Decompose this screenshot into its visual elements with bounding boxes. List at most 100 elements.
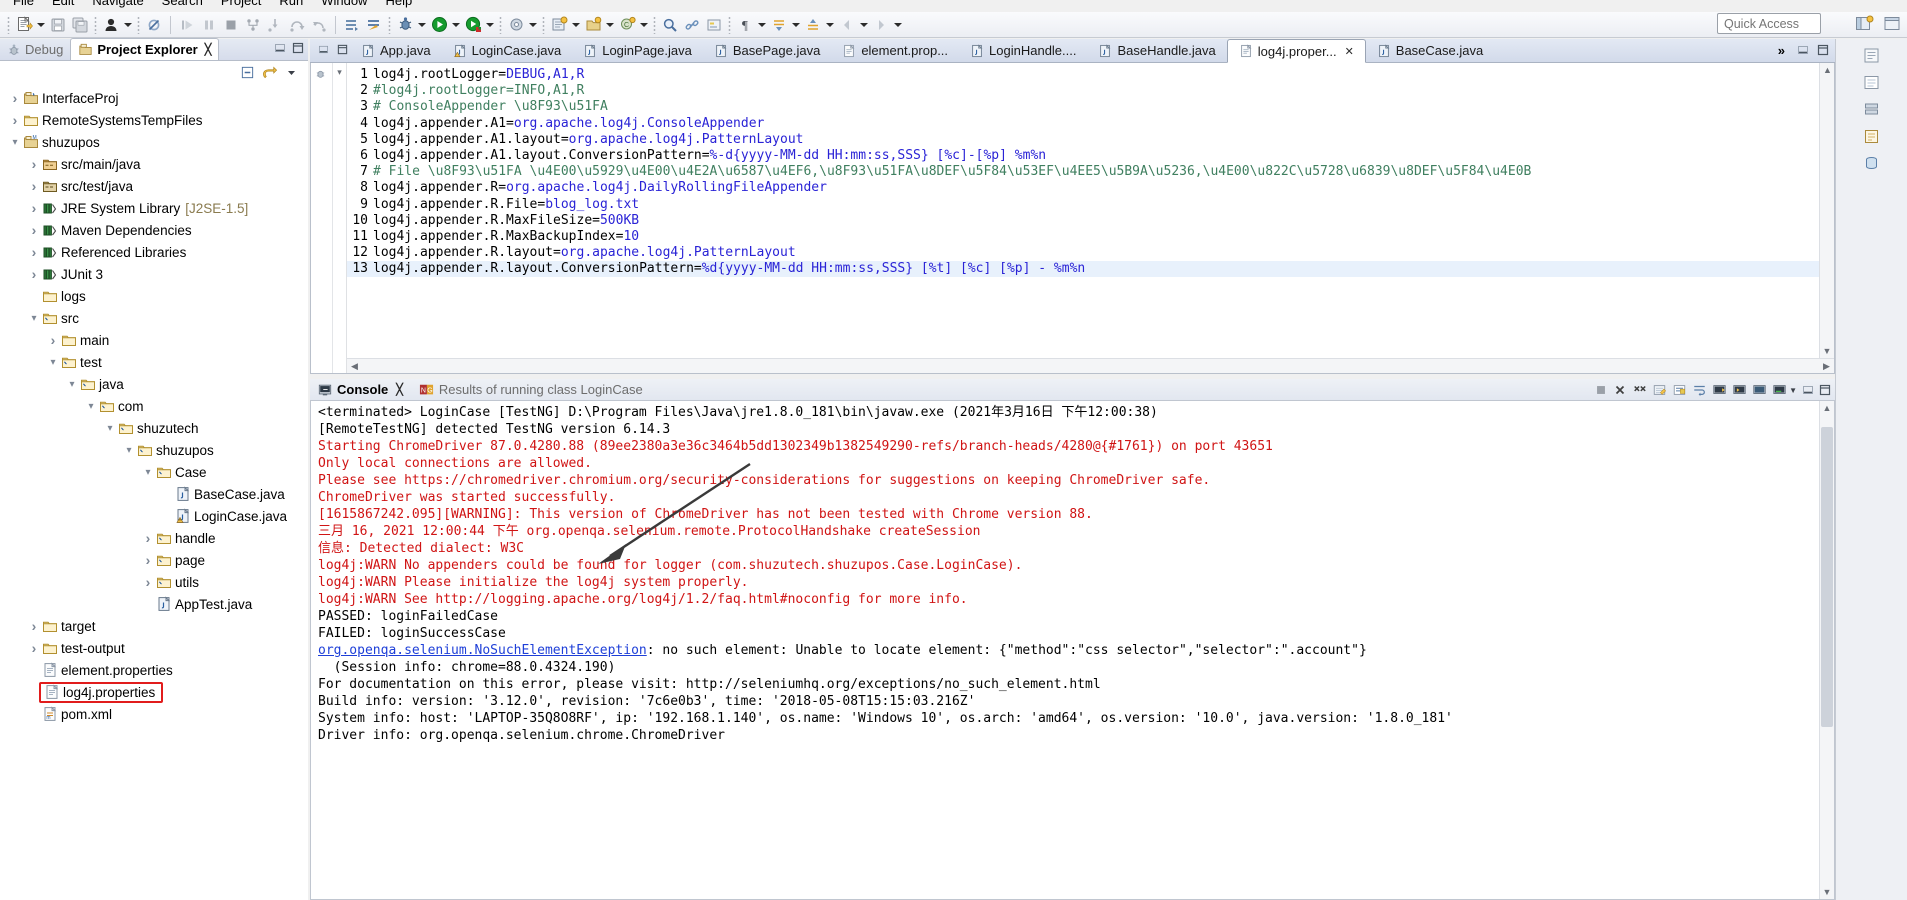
back-icon[interactable] [836,14,858,36]
chevron-down-icon[interactable] [122,444,136,456]
chevron-right-icon[interactable] [27,244,41,260]
toolbar-drag-handle[interactable] [7,15,10,34]
outline-view-icon[interactable] [1863,47,1880,64]
tree-item[interactable]: m pom.xml [0,703,308,725]
minimize-icon[interactable] [1802,384,1814,396]
code-line[interactable]: 8 log4j.appender.R=org.apache.log4j.Daily… [347,180,1834,196]
console-output[interactable]: <terminated> LoginCase [TestNG] D:\Progr… [310,401,1835,900]
exception-link[interactable]: org.openqa.selenium.NoSuchElementExcepti… [318,643,647,658]
code-line[interactable]: 5 log4j.appender.A1.layout=org.apache.log… [347,132,1834,148]
tree-item[interactable]: JRE System Library[J2SE-1.5] [0,197,308,219]
open-task-icon[interactable] [341,14,363,36]
tree-item[interactable]: src/main/java [0,153,308,175]
view-menu-icon[interactable] [285,66,298,79]
code-line[interactable]: 4 log4j.appender.A1=org.apache.log4j.Cons… [347,116,1834,132]
code-line[interactable]: 10 log4j.appender.R.MaxFileSize=500KB [347,213,1834,229]
chevron-down-icon[interactable] [84,400,98,412]
save-all-icon[interactable] [69,14,91,36]
word-wrap-icon[interactable] [1692,383,1707,397]
toolbar-drag-handle-7[interactable] [653,15,656,34]
next-annotation-dropdown-icon[interactable] [790,14,802,36]
editor-marker-ruler[interactable] [311,63,333,373]
tree-item[interactable]: java [0,373,308,395]
code-line[interactable]: 6 log4j.appender.A1.layout.ConversionPatt… [347,148,1834,164]
maximize-icon[interactable] [1817,44,1829,56]
tree-item[interactable]: page [0,549,308,571]
tree-item[interactable]: com [0,395,308,417]
chevron-right-icon[interactable] [27,266,41,282]
menu-item-project[interactable]: Project [212,0,270,7]
tree-item[interactable]: handle [0,527,308,549]
maximize-icon[interactable] [337,44,348,55]
link-with-editor-icon[interactable] [262,65,278,80]
chevron-right-icon[interactable] [141,574,155,590]
minimize-icon[interactable] [274,42,286,54]
pilcrow-icon[interactable]: ¶ [734,14,756,36]
toggle-markoccurrences-icon[interactable] [703,14,725,36]
editor-text-area[interactable]: 1 log4j.rootLogger=DEBUG,A1,R 2 #log4j.root… [347,63,1834,373]
editor-tab-basehandle-java[interactable]: BaseHandle.java [1087,39,1226,62]
disconnect-icon[interactable] [242,14,264,36]
quick-access-input[interactable] [1717,13,1821,34]
forward-dropdown-icon[interactable] [892,14,904,36]
next-annotation-icon[interactable] [768,14,790,36]
toolbar-drag-handle-6[interactable] [542,15,545,34]
chevron-right-icon[interactable] [141,552,155,568]
editor-tab-element-prop[interactable]: element.prop... [831,39,959,62]
tree-item[interactable]: BaseCase.java [0,483,308,505]
code-line[interactable]: 12 log4j.appender.R.layout=org.apache.log… [347,245,1834,261]
close-icon[interactable]: ✕ [1345,45,1354,58]
tree-item-selected[interactable]: log4j.properties [0,681,308,703]
chevron-down-icon[interactable] [141,466,155,478]
editor-tab-loginhandle[interactable]: LoginHandle.... [959,39,1087,62]
perspective-java-icon[interactable] [1879,12,1905,36]
terminate-icon[interactable] [220,14,242,36]
new-java-project-dropdown-icon[interactable] [570,14,582,36]
maximize-icon[interactable] [292,42,304,54]
console-vertical-scrollbar[interactable]: ▲ ▼ [1819,401,1834,899]
menu-item-run[interactable]: Run [270,0,312,7]
chevron-right-icon[interactable] [27,222,41,238]
data-source-explorer-icon[interactable] [1863,155,1880,172]
tree-item[interactable]: utils [0,571,308,593]
code-line[interactable]: 11 log4j.appender.R.MaxBackupIndex=10 [347,229,1834,245]
editor-tab-log4j-proper[interactable]: log4j.proper... ✕ [1226,39,1366,63]
resume-icon[interactable] [176,14,198,36]
toolbar-drag-handle-2[interactable] [94,15,97,34]
prev-annotation-dropdown-icon[interactable] [824,14,836,36]
maximize-icon[interactable] [1819,384,1831,396]
snippets-view-icon[interactable] [1863,128,1880,145]
chevron-right-icon[interactable] [46,332,60,348]
toolbar-drag-handle-3[interactable] [137,15,140,34]
menu-item-file[interactable]: File [4,0,43,7]
tree-item[interactable]: target [0,615,308,637]
show-console-on-output-icon[interactable] [1712,383,1727,397]
tree-item[interactable]: shuzutech [0,417,308,439]
tree-item[interactable]: RemoteSystemsTempFiles [0,109,308,131]
new-file-icon[interactable] [13,14,35,36]
scroll-lock-icon[interactable] [1672,383,1687,397]
clear-console-icon[interactable] [1652,383,1667,397]
chevron-right-icon[interactable] [8,90,22,106]
pin-console-icon[interactable] [1732,383,1747,397]
menu-item-search[interactable]: Search [153,0,212,7]
tree-item[interactable]: shuzupos [0,439,308,461]
editor-fold-ruler[interactable]: ▾ [333,63,347,373]
save-icon[interactable] [47,14,69,36]
link-icon[interactable] [681,14,703,36]
project-tree[interactable]: InterfaceProj RemoteSystemsTempFiles Mshuz… [0,84,308,900]
chevron-right-icon[interactable] [8,112,22,128]
step-into-icon[interactable] [264,14,286,36]
tree-item[interactable]: JUnit 3 [0,263,308,285]
tree-item[interactable]: test [0,351,308,373]
tree-item[interactable]: element.properties [0,659,308,681]
run-dropdown-icon[interactable] [450,14,462,36]
step-return-icon[interactable] [308,14,330,36]
tab-debug[interactable]: Debug [0,39,70,60]
task-list-icon[interactable] [1863,74,1880,91]
editor-horizontal-scrollbar[interactable]: ◀ ▶ [347,358,1834,373]
coverage-dropdown-icon[interactable] [484,14,496,36]
skip-breakpoints-icon[interactable] [143,14,165,36]
new-java-project-icon[interactable] [548,14,570,36]
tree-item[interactable]: Referenced Libraries [0,241,308,263]
